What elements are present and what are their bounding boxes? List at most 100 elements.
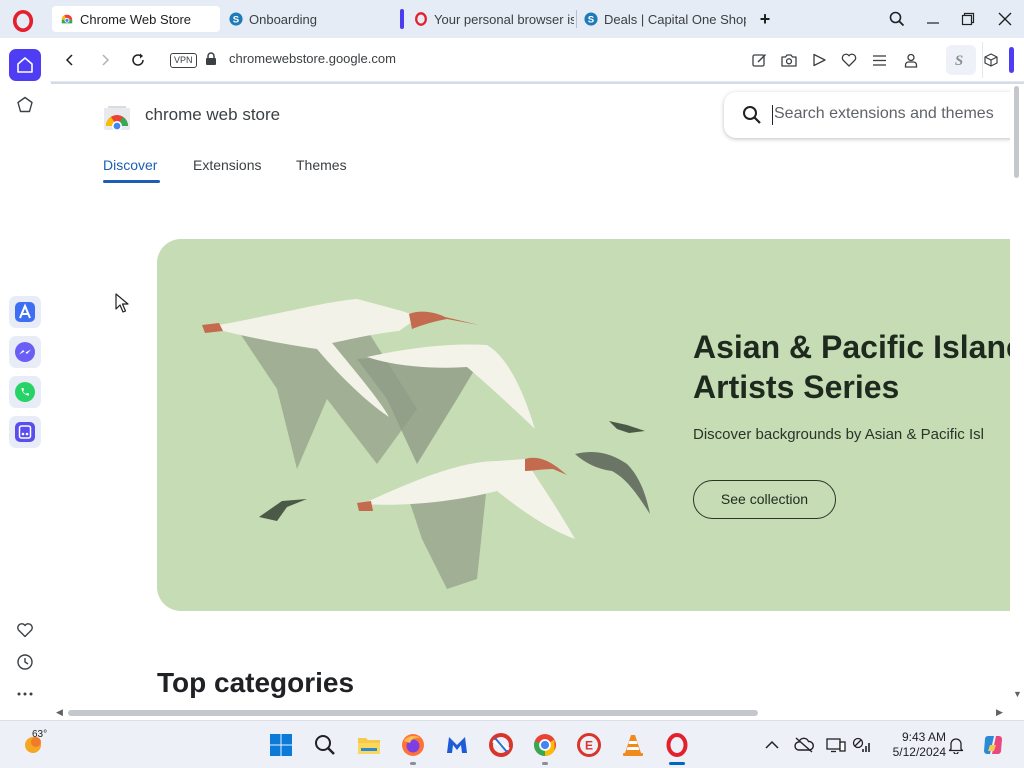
taskbar-search-button[interactable] (312, 732, 338, 758)
snapshot-edit-button[interactable] (750, 51, 768, 69)
extensions-button[interactable] (982, 51, 1000, 69)
text-caret (772, 105, 773, 125)
nav-tab-discover[interactable]: Discover (103, 157, 157, 173)
windows-logo-icon (270, 734, 292, 756)
show-hidden-icons-button[interactable] (760, 732, 784, 758)
tab-chrome-web-store[interactable]: Chrome Web Store (52, 6, 220, 32)
opera-sidebar (0, 38, 50, 720)
start-button[interactable] (268, 732, 294, 758)
vertical-scrollbar[interactable]: ▼ (1010, 84, 1024, 706)
sidebar-toggle-indicator[interactable] (1009, 47, 1014, 73)
horizontal-scrollbar[interactable]: ◀ ▶ (52, 706, 1010, 720)
horizontal-scroll-thumb[interactable] (68, 710, 758, 716)
vpn-badge[interactable]: VPN (170, 53, 197, 68)
nav-tab-extensions[interactable]: Extensions (193, 157, 261, 173)
weather-temperature[interactable]: 63° (32, 729, 47, 740)
file-explorer-button[interactable] (356, 732, 382, 758)
chrome-running-indicator (542, 762, 548, 765)
tab-deals-capital-one[interactable]: S Deals | Capital One Shopp (576, 6, 746, 32)
chrome-icon (534, 734, 556, 756)
search-tabs-button[interactable] (886, 9, 908, 29)
easy-setup-button[interactable] (870, 51, 888, 69)
bookmark-page-button[interactable] (840, 51, 858, 69)
scroll-down-arrow-icon[interactable]: ▼ (1013, 689, 1022, 699)
edit-note-icon (751, 53, 766, 67)
heart-icon (17, 623, 33, 638)
forward-button[interactable] (95, 50, 115, 70)
sidebar-history-button[interactable] (9, 646, 41, 678)
display-button[interactable] (824, 732, 848, 758)
capital-one-shopping-favicon-icon: S (584, 12, 598, 26)
notifications-button[interactable] (944, 732, 968, 758)
scroll-left-arrow-icon[interactable]: ◀ (56, 707, 63, 718)
monitor-phone-icon (826, 738, 846, 753)
reload-button[interactable] (128, 50, 148, 70)
restore-button[interactable] (957, 9, 979, 29)
minimize-button[interactable] (922, 9, 944, 29)
sidebar-bookmarks-button[interactable] (9, 614, 41, 646)
firefox-button[interactable] (400, 732, 426, 758)
clock-date: 5/12/2024 (892, 745, 946, 759)
copilot-icon (984, 736, 1002, 754)
lock-icon[interactable] (205, 52, 217, 66)
clock-icon (17, 654, 33, 670)
tab-onboarding[interactable]: S Onboarding (221, 6, 391, 32)
vlc-button[interactable] (620, 732, 646, 758)
store-search-box[interactable]: Search extensions and themes (724, 92, 1010, 138)
sidebar-aria-button[interactable] (9, 296, 41, 328)
network-button[interactable] (850, 732, 874, 758)
malwarebytes-button[interactable] (444, 732, 470, 758)
sidebar-more-button[interactable] (9, 678, 41, 710)
taskbar-clock[interactable]: 9:43 AM 5/12/2024 (882, 730, 946, 760)
vlc-cone-icon (623, 735, 643, 756)
sidebar-player-button[interactable] (9, 416, 41, 448)
chrome-web-store-logo-icon (104, 106, 130, 130)
url-field[interactable]: chromewebstore.google.com (229, 51, 396, 66)
tab-your-personal-browser[interactable]: Your personal browser is a (406, 6, 574, 32)
hero-banner[interactable]: Asian & Pacific Islanc Artists Series Di… (157, 239, 1010, 611)
more-dots-icon (17, 692, 33, 696)
s-extension-icon: S (955, 53, 963, 68)
flying-birds-illustration (202, 299, 650, 589)
back-button[interactable] (60, 50, 80, 70)
svg-text:E: E (585, 739, 593, 753)
search-placeholder[interactable]: Search extensions and themes (774, 105, 994, 123)
close-window-button[interactable] (994, 9, 1016, 29)
user-icon (904, 53, 918, 68)
sidebar-speed-dial-button[interactable] (9, 89, 41, 121)
tab-bar: Chrome Web Store S Onboarding Your perso… (0, 0, 1024, 38)
capital-one-shopping-favicon-icon: S (229, 12, 243, 26)
network-status-icon (852, 737, 870, 752)
sidebar-whatsapp-button[interactable] (9, 376, 41, 408)
restore-icon (961, 12, 975, 26)
snapshot-button[interactable] (780, 51, 798, 69)
profile-icon-wrap[interactable] (902, 51, 920, 69)
scroll-right-arrow-icon[interactable]: ▶ (996, 707, 1003, 718)
store-title[interactable]: chrome web store (145, 105, 280, 125)
chrome-button[interactable] (532, 732, 558, 758)
home-icon (17, 57, 33, 73)
ccleaner-button[interactable] (488, 732, 514, 758)
see-collection-button[interactable]: See collection (693, 480, 836, 519)
app-button-e[interactable]: E (576, 732, 602, 758)
circular-e-app-icon: E (577, 733, 601, 757)
sidebar-messenger-button[interactable] (9, 336, 41, 368)
flow-send-button[interactable] (810, 51, 828, 69)
hero-title-line-2: Artists Series (693, 369, 900, 405)
new-tab-button[interactable]: + (755, 9, 775, 29)
vertical-scroll-thumb[interactable] (1014, 86, 1019, 178)
copilot-button[interactable] (980, 732, 1006, 758)
opera-taskbar-button[interactable] (664, 732, 690, 758)
opera-logo-icon[interactable] (12, 10, 34, 32)
tab-group-indicator (400, 9, 404, 29)
bell-icon (948, 738, 964, 754)
opera-favicon-icon (415, 12, 427, 26)
search-icon (743, 106, 761, 124)
cloud-offline-icon (794, 737, 814, 753)
onedrive-button[interactable] (792, 732, 816, 758)
capital-one-extension-button[interactable]: S (950, 51, 968, 69)
sidebar-home-button[interactable] (9, 49, 41, 81)
opera-icon (666, 733, 688, 757)
reload-icon (132, 53, 144, 66)
nav-tab-themes[interactable]: Themes (296, 157, 347, 173)
